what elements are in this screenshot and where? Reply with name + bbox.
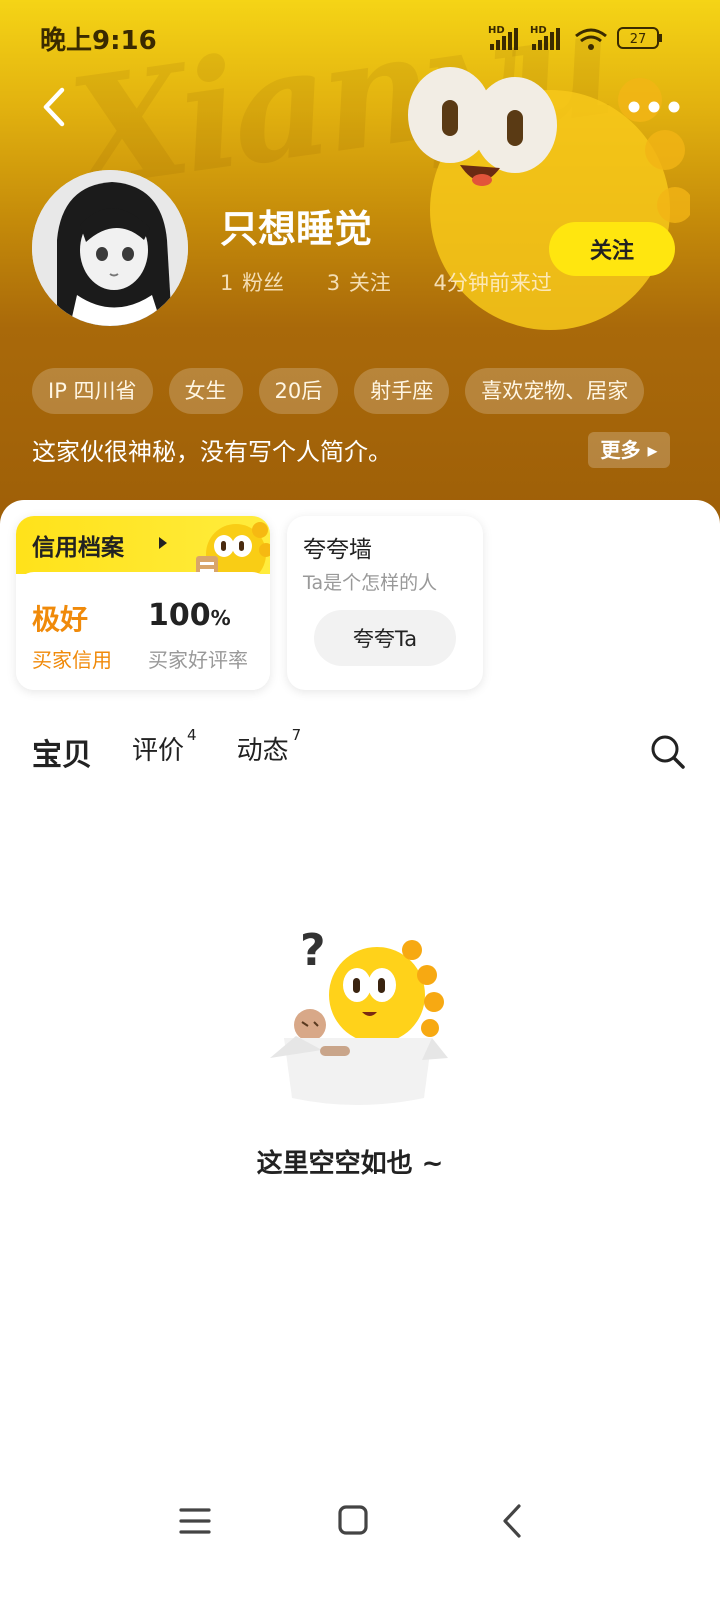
follow-button[interactable]: 关注 xyxy=(549,222,675,276)
battery-level: 27 xyxy=(630,32,647,47)
tab-moments[interactable]: 动态7 xyxy=(237,726,302,767)
content-tabs: 宝贝 评价4 动态7 xyxy=(30,726,341,774)
home-square-icon[interactable] xyxy=(323,1490,383,1550)
profile-stats: 1 粉丝 3 关注 4分钟前来过 xyxy=(220,267,570,297)
back-nav-icon[interactable] xyxy=(483,1490,543,1550)
reviews-count: 4 xyxy=(187,726,197,744)
tag-generation: 20后 xyxy=(258,368,339,414)
credit-rating: 极好 xyxy=(32,603,89,636)
more-button[interactable]: 更多 ▸ xyxy=(588,432,670,468)
credit-rating-label: 买家信用 xyxy=(32,648,112,672)
positive-rate-label: 买家好评率 xyxy=(148,648,248,672)
menu-icon[interactable] xyxy=(165,1490,225,1550)
moments-count: 7 xyxy=(291,726,302,744)
tag-interests: 喜欢宠物、居家 xyxy=(465,368,645,414)
last-seen: 4分钟前来过 xyxy=(433,271,552,295)
profile-bio: 这家伙很神秘，没有写个人简介。 xyxy=(32,438,392,466)
system-navigation-bar xyxy=(0,1490,720,1560)
avatar-image xyxy=(32,170,188,326)
praise-button[interactable]: 夸夸Ta xyxy=(314,610,456,666)
caret-right-icon: ▸ xyxy=(647,438,658,462)
empty-state-text: 这里空空如也 ~ xyxy=(256,1149,444,1179)
profile-header: Xianyu 晚上9:16 HD HD 27 只想睡觉 1 粉丝 3 关注 4分… xyxy=(0,0,720,530)
tag-gender: 女生 xyxy=(168,368,243,414)
caret-right-icon xyxy=(159,537,167,549)
tab-items[interactable]: 宝贝 xyxy=(30,730,96,774)
following-count[interactable]: 3 关注 xyxy=(327,271,409,295)
username: 只想睡觉 xyxy=(220,207,373,251)
tab-reviews[interactable]: 评价4 xyxy=(132,726,197,767)
tag-location: IP 四川省 xyxy=(32,368,153,414)
network-label-1: HD xyxy=(488,25,505,36)
praise-wall-card[interactable]: 夸夸墙 Ta是个怎样的人 夸夸Ta xyxy=(287,516,483,690)
credit-title: 信用档案 xyxy=(32,535,124,561)
praise-wall-subtitle: Ta是个怎样的人 xyxy=(303,572,438,594)
search-icon[interactable] xyxy=(650,734,686,770)
fans-count[interactable]: 1 粉丝 xyxy=(220,271,302,295)
empty-box-illustration: ? xyxy=(270,925,448,1105)
status-icons: HD HD 27 xyxy=(488,25,662,50)
network-label-2: HD xyxy=(530,25,547,36)
praise-wall-title: 夸夸墙 xyxy=(303,537,372,563)
credit-profile-card[interactable]: 信用档案 极好 买家信用 100% 买家好评率 xyxy=(16,516,270,690)
svg-text:?: ? xyxy=(300,925,326,976)
credit-body: 极好 买家信用 100% 买家好评率 xyxy=(16,572,270,690)
back-arrow-icon[interactable] xyxy=(30,80,84,134)
more-dots-icon[interactable] xyxy=(624,90,684,124)
tag-zodiac: 射手座 xyxy=(354,368,450,414)
profile-tags: IP 四川省 女生 20后 射手座 喜欢宠物、居家 xyxy=(32,368,645,414)
avatar[interactable] xyxy=(32,170,188,326)
positive-rate: 100% xyxy=(148,598,231,633)
status-time: 晚上9:16 xyxy=(40,26,157,56)
